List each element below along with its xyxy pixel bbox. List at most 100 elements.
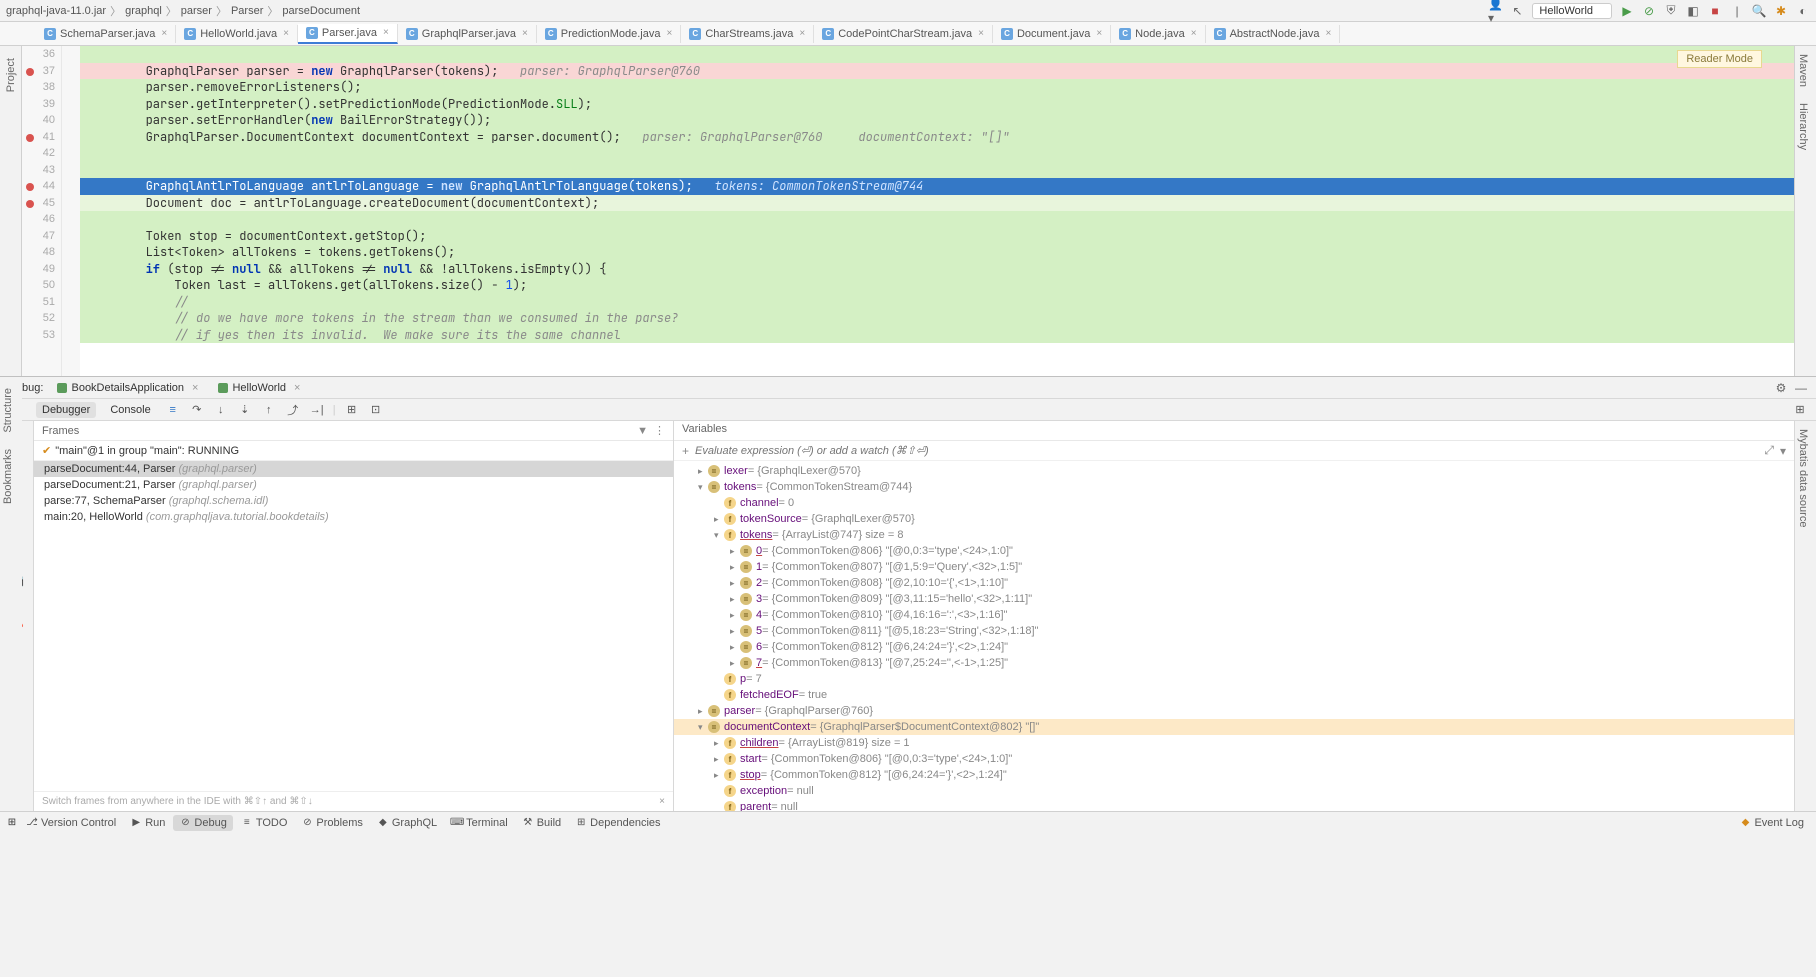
bottom-item-graphql[interactable]: ◆GraphQL <box>371 815 443 831</box>
bookmarks-tool[interactable]: Bookmarks <box>0 441 16 512</box>
variable-node[interactable]: ▾ftokens = {ArrayList@747} size = 8 <box>674 527 1794 543</box>
step-into-icon[interactable]: ↓ <box>213 402 229 418</box>
force-step-into-icon[interactable]: ⇣ <box>237 402 253 418</box>
close-hint-icon[interactable]: × <box>659 796 665 807</box>
step-out-icon[interactable]: ↑ <box>261 402 277 418</box>
crumb-pkg1[interactable]: graphql <box>125 5 162 17</box>
code-line[interactable]: parser.setErrorHandler(new BailErrorStra… <box>80 112 1794 129</box>
variable-node[interactable]: fchannel = 0 <box>674 495 1794 511</box>
code-line[interactable]: Token stop = documentContext.getStop(); <box>80 228 1794 245</box>
close-icon[interactable]: × <box>1325 28 1331 39</box>
variable-node[interactable]: ▸fstart = {CommonToken@806} "[@0,0:3='ty… <box>674 751 1794 767</box>
minimize-icon[interactable]: — <box>1794 381 1808 395</box>
trace-icon[interactable]: ⊡ <box>368 402 384 418</box>
watch-menu-icon[interactable]: ▾ <box>1780 444 1786 458</box>
variable-node[interactable]: ▸=7 = {CommonToken@813} "[@7,25:24='',<-… <box>674 655 1794 671</box>
hierarchy-tool[interactable]: Hierarchy <box>1795 95 1811 158</box>
mybatis-tool[interactable]: Mybatis data source <box>1795 421 1811 535</box>
debug-session-1[interactable]: BookDetailsApplication× <box>51 380 204 396</box>
variable-node[interactable]: fp = 7 <box>674 671 1794 687</box>
debug-session-2[interactable]: HelloWorld× <box>212 380 306 396</box>
variable-node[interactable]: ▾=tokens = {CommonTokenStream@744} <box>674 479 1794 495</box>
frame-row[interactable]: parseDocument:21, Parser (graphql.parser… <box>34 477 673 493</box>
file-tab[interactable]: CSchemaParser.java× <box>36 25 176 43</box>
breadcrumb[interactable]: graphql-java-11.0.jar〉 graphql〉 parser〉 … <box>6 3 360 19</box>
add-watch-icon[interactable]: + <box>682 444 689 458</box>
variable-node[interactable]: ▸=lexer = {GraphqlLexer@570} <box>674 463 1794 479</box>
variable-node[interactable]: ▾=documentContext = {GraphqlParser$Docum… <box>674 719 1794 735</box>
variable-node[interactable]: ▸=parser = {GraphqlParser@760} <box>674 703 1794 719</box>
close-icon[interactable]: × <box>978 28 984 39</box>
crumb-pkg2[interactable]: parser <box>181 5 212 17</box>
code-line[interactable]: GraphqlParser parser = new GraphqlParser… <box>80 63 1794 80</box>
frame-row[interactable]: parseDocument:44, Parser (graphql.parser… <box>34 461 673 477</box>
bottom-item-dependencies[interactable]: ⊞Dependencies <box>569 815 666 831</box>
bottom-item-version-control[interactable]: ⎇Version Control <box>20 815 122 831</box>
watch-input-row[interactable]: + ⤢ ▾ <box>674 441 1794 461</box>
maven-tool[interactable]: Maven <box>1795 46 1811 95</box>
bottom-item-terminal[interactable]: ⌨Terminal <box>445 815 514 831</box>
layout-icon[interactable]: ⊞ <box>1792 402 1808 418</box>
console-tab[interactable]: Console <box>104 402 156 418</box>
code-line[interactable]: if (stop != null && allTokens != null &&… <box>80 261 1794 278</box>
code-area[interactable]: GraphqlParser parser = new GraphqlParser… <box>80 46 1794 376</box>
run-icon[interactable]: ▶ <box>1620 4 1634 18</box>
variable-node[interactable]: ▸=4 = {CommonToken@810} "[@4,16:16=':',<… <box>674 607 1794 623</box>
variable-node[interactable]: ▸=0 = {CommonToken@806} "[@0,0:3='type',… <box>674 543 1794 559</box>
gutter[interactable]: 363738394041424344454647484950515253 <box>22 46 62 376</box>
file-tab[interactable]: CParser.java× <box>298 24 398 44</box>
evaluate-icon[interactable]: ⊞ <box>344 402 360 418</box>
frame-row[interactable]: parse:77, SchemaParser (graphql.schema.i… <box>34 493 673 509</box>
code-line[interactable]: Document doc = antlrToLanguage.createDoc… <box>80 195 1794 212</box>
project-tool[interactable]: Project <box>3 50 19 100</box>
variable-node[interactable]: ▸=1 = {CommonToken@807} "[@1,5:9='Query'… <box>674 559 1794 575</box>
variables-tree[interactable]: ▸=lexer = {GraphqlLexer@570}▾=tokens = {… <box>674 461 1794 811</box>
crumb-jar[interactable]: graphql-java-11.0.jar <box>6 5 106 17</box>
stop-icon[interactable]: ■ <box>1708 4 1722 18</box>
avatar-icon[interactable]: ◐ <box>1796 4 1810 18</box>
tool-window-icon[interactable]: ⊞ <box>6 817 18 829</box>
file-tab[interactable]: CAbstractNode.java× <box>1206 25 1341 43</box>
bottom-item-build[interactable]: ⚒Build <box>516 815 567 831</box>
back-icon[interactable]: ↖ <box>1510 4 1524 18</box>
bottom-item-todo[interactable]: ≡TODO <box>235 815 294 831</box>
debug-icon[interactable]: ⊘ <box>1642 4 1656 18</box>
file-tab[interactable]: CCodePointCharStream.java× <box>814 25 993 43</box>
close-icon[interactable]: × <box>666 28 672 39</box>
code-line[interactable]: // if yes then its invalid. We make sure… <box>80 327 1794 344</box>
threads-icon[interactable]: ≡ <box>165 402 181 418</box>
code-line[interactable]: // <box>80 294 1794 311</box>
variable-node[interactable]: ffetchedEOF = true <box>674 687 1794 703</box>
code-line[interactable] <box>80 162 1794 179</box>
bottom-item-problems[interactable]: ⊘Problems <box>295 815 368 831</box>
filter-icon[interactable]: ▼ <box>637 425 648 437</box>
code-line[interactable]: GraphqlAntlrToLanguage antlrToLanguage =… <box>80 178 1794 195</box>
code-line[interactable]: parser.getInterpreter().setPredictionMod… <box>80 96 1794 113</box>
close-icon[interactable]: × <box>283 28 289 39</box>
code-line[interactable]: GraphqlParser.DocumentContext documentCo… <box>80 129 1794 146</box>
run-configuration[interactable]: HelloWorld <box>1532 3 1612 19</box>
variable-node[interactable]: ▸=6 = {CommonToken@812} "[@6,24:24='}',<… <box>674 639 1794 655</box>
debugger-tab[interactable]: Debugger <box>36 402 96 418</box>
run-to-cursor-icon[interactable]: →| <box>309 402 325 418</box>
close-icon[interactable]: × <box>522 28 528 39</box>
gear-icon[interactable]: ⚙ <box>1774 381 1788 395</box>
bottom-item-run[interactable]: ▶Run <box>124 815 171 831</box>
file-tab[interactable]: CCharStreams.java× <box>681 25 814 43</box>
coverage-icon[interactable]: ⛨ <box>1664 4 1678 18</box>
variable-node[interactable]: ▸ftokenSource = {GraphqlLexer@570} <box>674 511 1794 527</box>
variable-node[interactable]: ▸fstop = {CommonToken@812} "[@6,24:24='}… <box>674 767 1794 783</box>
close-icon[interactable]: × <box>1191 28 1197 39</box>
variable-node[interactable]: ▸=5 = {CommonToken@811} "[@5,18:23='Stri… <box>674 623 1794 639</box>
variable-node[interactable]: ▸fchildren = {ArrayList@819} size = 1 <box>674 735 1794 751</box>
reader-mode-badge[interactable]: Reader Mode <box>1677 50 1762 68</box>
frame-row[interactable]: main:20, HelloWorld (com.graphqljava.tut… <box>34 509 673 525</box>
code-line[interactable]: List<Token> allTokens = tokens.getTokens… <box>80 244 1794 261</box>
code-line[interactable]: parser.removeErrorListeners(); <box>80 79 1794 96</box>
expand-watch-icon[interactable]: ⤢ <box>1764 443 1774 458</box>
file-tab[interactable]: CDocument.java× <box>993 25 1111 43</box>
more-icon[interactable]: ⋮ <box>654 424 665 437</box>
watch-input[interactable] <box>695 445 1764 457</box>
code-line[interactable] <box>80 211 1794 228</box>
event-log[interactable]: ◆Event Log <box>1733 815 1810 831</box>
